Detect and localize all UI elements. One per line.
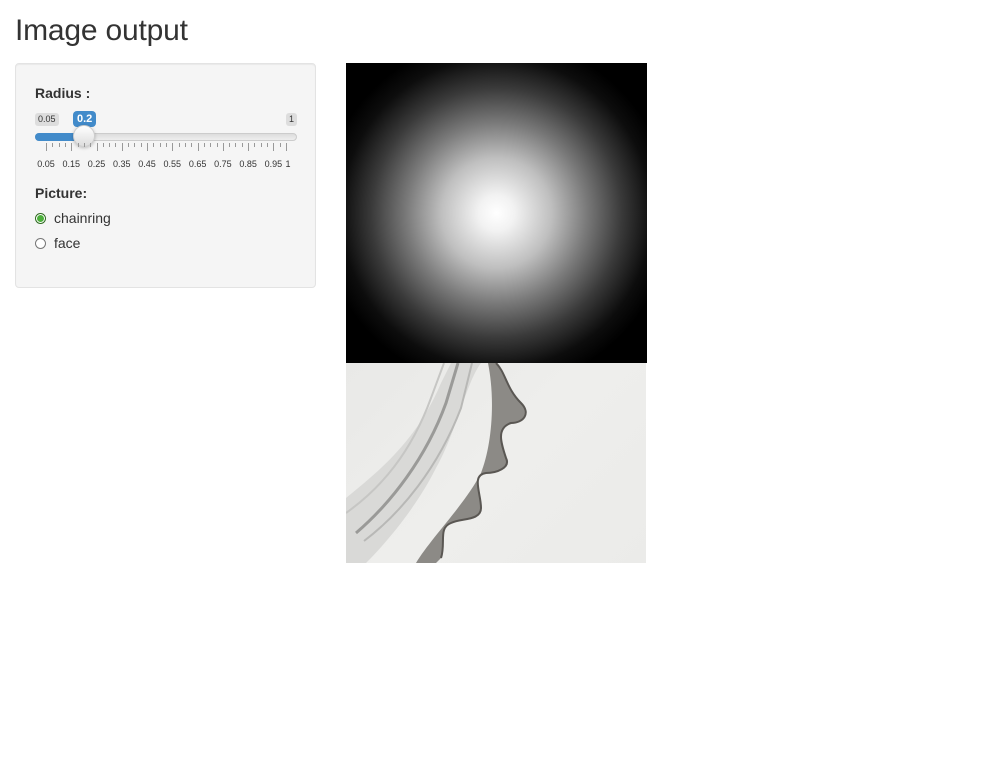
slider-minor-tick — [140, 143, 142, 147]
slider-major-tick — [286, 143, 287, 151]
slider-major-tick — [172, 143, 174, 151]
slider-minor-tick — [83, 143, 85, 147]
slider-tick-label: 0.25 — [87, 159, 106, 169]
radius-slider[interactable]: 0.05 1 0.2 0.05 0.15 0.25 0.35 0.45 0.55 0.65 0… — [35, 108, 297, 174]
radio-label-chainring: chainring — [54, 210, 111, 226]
slider-tick-label: 0.65 — [188, 159, 207, 169]
slider-minor-tick — [178, 143, 180, 147]
slider-major-tick — [147, 143, 149, 151]
slider-minor-tick — [159, 143, 161, 147]
slider-minor-tick — [279, 143, 281, 147]
slider-major-tick — [96, 143, 98, 151]
slider-major-tick — [248, 143, 250, 151]
slider-major-tick — [273, 143, 275, 151]
radio-label-face: face — [54, 235, 81, 251]
slider-minor-tick — [203, 143, 205, 147]
picture-label: Picture: — [35, 185, 88, 201]
radio-button-face[interactable] — [35, 237, 46, 249]
slider-minor-tick — [241, 143, 243, 147]
slider-minor-tick — [210, 143, 212, 147]
slider-minor-tick — [90, 143, 92, 147]
slider-minor-tick — [52, 143, 54, 147]
slider-minor-tick — [267, 143, 269, 147]
slider-tick-label: 0.35 — [113, 159, 131, 169]
slider-minor-tick — [102, 143, 104, 147]
slider-tick-label: 0.45 — [138, 159, 156, 169]
slider-tick-label: 1 — [285, 159, 291, 169]
slider-minor-tick — [109, 143, 111, 147]
slider-tick-label: 0.05 — [37, 159, 55, 169]
slider-major-tick — [46, 143, 47, 151]
slider-minor-tick — [134, 143, 136, 147]
slider-tick-label: 0.95 — [264, 159, 283, 169]
page-title: Image output — [15, 14, 188, 47]
slider-minor-tick — [153, 143, 155, 147]
slider-minor-tick — [254, 143, 256, 147]
slider-minor-tick — [191, 143, 193, 147]
slider-min-label: 0.05 — [35, 113, 59, 126]
slider-tick-label: 0.85 — [239, 159, 257, 169]
sidebar-panel: Radius : 0.05 1 0.2 0.05 0.15 0.25 0.35 0.45… — [15, 63, 316, 288]
slider-minor-tick — [166, 143, 167, 147]
slider-major-tick — [71, 143, 73, 151]
slider-minor-tick — [184, 143, 186, 147]
slider-minor-tick — [229, 143, 231, 147]
radio-option-face[interactable]: face — [35, 234, 80, 252]
slider-minor-tick — [235, 143, 237, 147]
slider-minor-tick — [128, 143, 130, 147]
chainring-illustration — [346, 363, 527, 563]
slider-minor-tick — [64, 143, 66, 147]
slider-tick-label: 0.55 — [163, 159, 182, 169]
radio-button-chainring[interactable] — [35, 212, 46, 224]
slider-minor-tick — [115, 143, 117, 147]
radial-plot-image — [346, 63, 647, 363]
slider-major-tick — [121, 143, 123, 151]
slider-major-tick — [222, 143, 224, 151]
slider-minor-tick — [260, 143, 262, 147]
slider-max-label: 1 — [285, 113, 297, 126]
slider-minor-tick — [77, 143, 79, 147]
slider-major-tick — [197, 143, 199, 151]
radio-option-chainring[interactable]: chainring — [35, 209, 111, 227]
radius-label: Radius : — [35, 85, 91, 101]
slider-tick-label: 0.15 — [62, 159, 81, 169]
slider-minor-tick — [216, 143, 218, 147]
chainring-photo — [346, 363, 646, 563]
slider-minor-tick — [58, 143, 60, 147]
slider-tick-label: 0.75 — [214, 159, 232, 169]
